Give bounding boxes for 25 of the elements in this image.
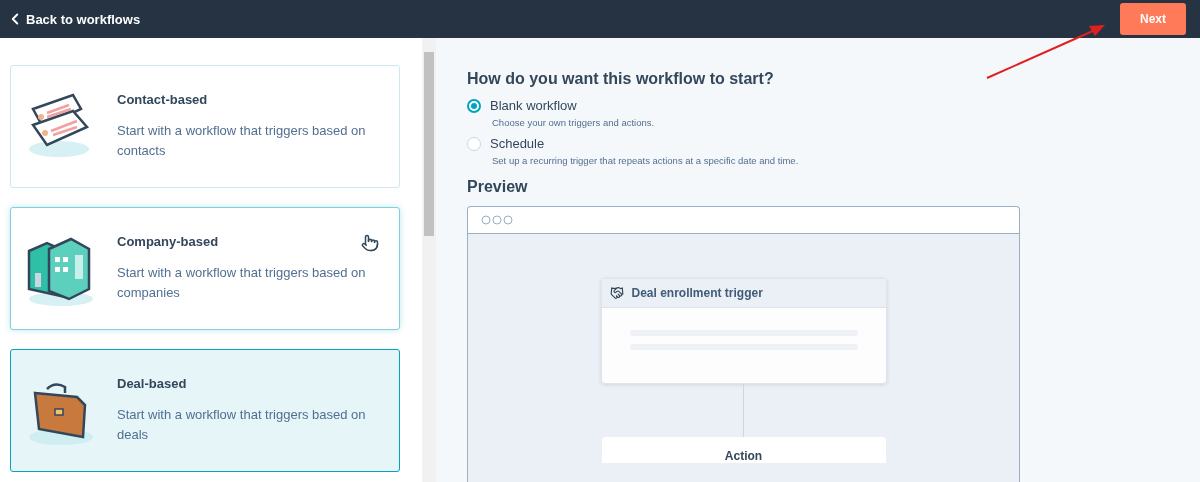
workflow-type-card[interactable]: Deal-based Start with a workflow that triggers based on deals — [10, 349, 400, 472]
trigger-title: Deal enrollment trigger — [631, 286, 763, 300]
option-hint: Set up a recurring trigger that repeats actions at a specific date and time. — [492, 155, 800, 166]
window-dots-icon — [481, 215, 513, 225]
workflow-type-card[interactable]: Company-based Start with a workflow that triggers based on companies — [10, 207, 400, 330]
option-label: Blank workflow — [490, 98, 577, 113]
card-title: Company-based — [117, 234, 219, 249]
workflow-type-card[interactable]: Contact-based Start with a workflow that triggers based on contacts — [10, 65, 400, 188]
card-description: Start with a workflow that triggers based on companies — [117, 264, 367, 302]
option-hint: Choose your own triggers and actions. — [492, 117, 656, 128]
card-description: Start with a workflow that triggers based on deals — [117, 406, 367, 444]
back-link[interactable]: Back to workflows — [6, 10, 141, 28]
radio-button[interactable] — [467, 136, 481, 151]
hand-cursor-icon — [361, 234, 379, 252]
scrollbar-thumb[interactable] — [424, 52, 434, 236]
radio-button[interactable] — [467, 98, 481, 113]
option-label: Schedule — [490, 136, 545, 151]
preview-heading: Preview — [467, 178, 529, 196]
card-title: Contact-based — [117, 92, 208, 107]
scrollbar[interactable] — [422, 38, 436, 482]
card-description: Start with a workflow that triggers based on contacts — [117, 122, 367, 160]
handshake-icon — [609, 286, 624, 300]
action-title: Action — [724, 449, 763, 463]
question-heading: How do you want this workflow to start? — [467, 70, 775, 88]
card-title: Deal-based — [117, 376, 187, 391]
